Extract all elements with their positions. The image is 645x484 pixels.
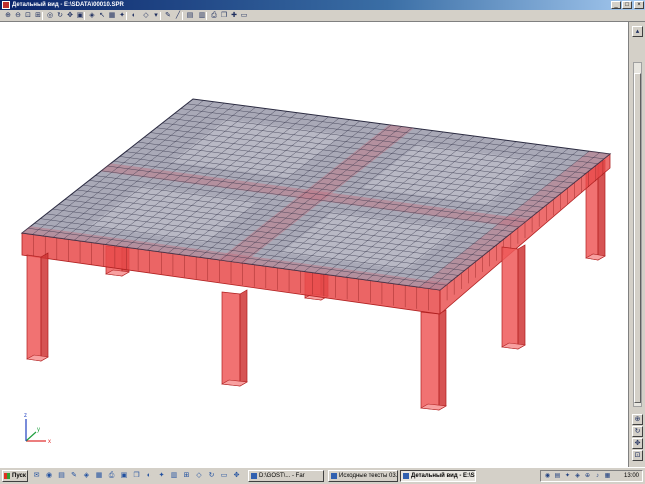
export-icon[interactable]: ▭ xyxy=(239,11,249,21)
tray-icon[interactable]: ◈ xyxy=(574,473,581,480)
task-label: D:\GOST\... - Far xyxy=(259,473,305,479)
tray-icon[interactable]: ▦ xyxy=(604,473,611,480)
shading-icon[interactable]: ◐ xyxy=(129,11,139,21)
panel-zoom-icon[interactable]: ⊕ xyxy=(632,414,643,425)
grid-icon[interactable]: ▦ xyxy=(107,11,117,21)
tray-icon[interactable]: ◉ xyxy=(544,473,551,480)
column-side-face xyxy=(517,244,526,350)
tray-icon[interactable]: ▤ xyxy=(554,473,561,480)
vertical-scrollbar[interactable] xyxy=(633,62,642,407)
quicklaunch-icon[interactable]: ⊞ xyxy=(182,471,191,480)
quicklaunch-icon[interactable]: ↻ xyxy=(207,471,216,480)
task-label: Исходные тексты 03.d... xyxy=(339,473,398,479)
quicklaunch-icon[interactable]: ❐ xyxy=(132,471,141,480)
toolbar-separator xyxy=(84,12,85,20)
tray-icon[interactable]: ⊕ xyxy=(584,473,591,480)
tray-icon[interactable]: ✦ xyxy=(564,473,571,480)
column-front-face xyxy=(420,311,440,411)
start-label: Пуск xyxy=(12,473,26,479)
quicklaunch-icon[interactable]: ◈ xyxy=(82,471,91,480)
panel-rotate-icon[interactable]: ↻ xyxy=(632,426,643,437)
quicklaunch-icon[interactable]: ◉ xyxy=(45,471,54,480)
quicklaunch-icon[interactable]: ✦ xyxy=(157,471,166,480)
toolbar-separator xyxy=(126,12,127,20)
color-icon[interactable]: ▤ xyxy=(185,11,195,21)
pan-icon[interactable]: ✥ xyxy=(65,11,75,21)
model-viewport[interactable]: x y z xyxy=(0,22,628,467)
task-app-icon xyxy=(331,473,337,479)
select-icon[interactable]: ↖ xyxy=(97,11,107,21)
rotate-icon[interactable]: ↻ xyxy=(55,11,65,21)
column-side-face xyxy=(40,252,49,362)
pencil-icon[interactable]: ✎ xyxy=(163,11,173,21)
quicklaunch-icon[interactable]: ⎙ xyxy=(107,471,116,480)
scrollbar-thumb[interactable] xyxy=(634,73,641,403)
print-icon[interactable]: ⎙ xyxy=(209,11,219,21)
toolbar-separator xyxy=(160,12,161,20)
y-axis-line xyxy=(25,431,37,442)
maximize-button[interactable]: □ xyxy=(622,1,632,9)
application-window: Детальный вид - E:\SDATA\00010.SPR _ □ ×… xyxy=(0,0,645,484)
quicklaunch-icon[interactable]: ▤ xyxy=(57,471,66,480)
column-front-face xyxy=(26,254,42,362)
quicklaunch-icon[interactable]: ✥ xyxy=(232,471,241,480)
quicklaunch-icon[interactable]: ✉ xyxy=(32,471,41,480)
toolbar-separator xyxy=(206,12,207,20)
z-axis-label: z xyxy=(24,413,27,419)
zoom-out-icon[interactable]: ⊖ xyxy=(13,11,23,21)
title-bar[interactable]: Детальный вид - E:\SDATA\00010.SPR _ □ × xyxy=(0,0,645,10)
taskbar-task-button[interactable]: Детальный вид - E:\S... xyxy=(400,470,476,482)
zoom-previous-icon[interactable]: ◎ xyxy=(45,11,55,21)
window-title: Детальный вид - E:\SDATA\00010.SPR xyxy=(12,2,124,8)
app-icon[interactable] xyxy=(2,1,10,9)
front-left-column xyxy=(26,252,49,362)
toolbar-separator xyxy=(182,12,183,20)
tray-icon[interactable]: ♪ xyxy=(594,473,601,480)
quicklaunch-icon[interactable]: ▭ xyxy=(220,471,229,480)
right-middle-column xyxy=(501,244,526,350)
toolbar: ⊕ ⊖ ⊡ ⊞ ◎ ↻ ✥ ▣ ◈ ↖ ▦ ✦ ◐ ◇ ▾ ✎ ╱ ▤ ▥ ⎙ ❐ ✚ ▭ xyxy=(0,10,645,22)
quicklaunch-icon[interactable]: ◐ xyxy=(145,471,154,480)
quicklaunch-icon[interactable]: ▣ xyxy=(120,471,129,480)
task-app-icon xyxy=(403,473,409,479)
wireframe-icon[interactable]: ◇ xyxy=(141,11,151,21)
quicklaunch-icon[interactable]: ▥ xyxy=(170,471,179,480)
taskbar: Пуск 13:00 ◉ ▤ ✦ ◈ ⊕ ♪ ▦ ✉ ◉ ▤ ✎ ◈ ▦ ⎙ ▣ ❐ ◐ ✦ ▥ ⊞ ◇ ↻ ▭ ✥ D:\G… xyxy=(0,467,645,484)
x-axis-label: x xyxy=(48,439,51,445)
column-front-face xyxy=(221,291,241,387)
minimize-button[interactable]: _ xyxy=(611,1,621,9)
task-label: Детальный вид - E:\S... xyxy=(411,473,476,479)
zoom-window-icon[interactable]: ⊡ xyxy=(23,11,33,21)
zoom-in-icon[interactable]: ⊕ xyxy=(3,11,13,21)
axis-indicator: x y z xyxy=(24,413,51,445)
copy-icon[interactable]: ❐ xyxy=(219,11,229,21)
column-front-face xyxy=(501,246,519,350)
column-side-face xyxy=(239,289,248,387)
start-button[interactable]: Пуск xyxy=(2,470,28,482)
task-app-icon xyxy=(251,473,257,479)
view-control-panel: ▴ ⊕ ↻ ✥ ⊡ xyxy=(628,22,645,467)
system-tray: 13:00 ◉ ▤ ✦ ◈ ⊕ ♪ ▦ xyxy=(540,470,643,482)
front-middle-column xyxy=(221,289,248,387)
view-3d-icon[interactable]: ◈ xyxy=(87,11,97,21)
close-button[interactable]: × xyxy=(634,1,644,9)
taskbar-task-button[interactable]: D:\GOST\... - Far xyxy=(248,470,324,482)
graph-icon[interactable]: ✚ xyxy=(229,11,239,21)
panel-fit-icon[interactable]: ⊡ xyxy=(632,450,643,461)
panel-pan-icon[interactable]: ✥ xyxy=(632,438,643,449)
windows-logo-icon xyxy=(4,473,10,479)
panel-up-icon[interactable]: ▴ xyxy=(632,26,643,37)
clock[interactable]: 13:00 xyxy=(624,471,639,481)
structure-3d-view[interactable]: x y z xyxy=(0,22,628,467)
taskbar-task-button[interactable]: Исходные тексты 03.d... xyxy=(328,470,398,482)
y-axis-label: y xyxy=(37,427,40,433)
quicklaunch-icon[interactable]: ✎ xyxy=(70,471,79,480)
quicklaunch-icon[interactable]: ▦ xyxy=(95,471,104,480)
quicklaunch-icon[interactable]: ◇ xyxy=(195,471,204,480)
column-side-face xyxy=(438,309,447,411)
front-corner-column xyxy=(420,309,447,411)
toolbar-separator xyxy=(42,12,43,20)
